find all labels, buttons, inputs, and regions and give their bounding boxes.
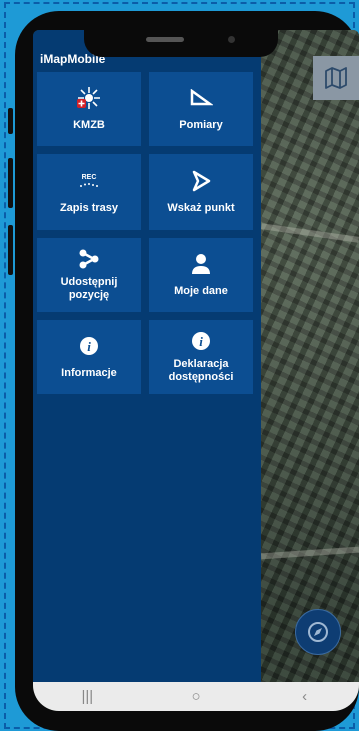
info-icon: i — [80, 336, 98, 355]
back-button[interactable]: ‹ — [275, 688, 335, 705]
navigation-drawer: iMapMobile KMZB Pomiary REC Zapis trasy … — [33, 30, 261, 682]
svg-text:i: i — [87, 339, 91, 354]
map-icon — [325, 67, 347, 89]
tile-label: Informacje — [61, 366, 117, 379]
compass-button[interactable] — [295, 609, 341, 655]
phone-camera — [228, 36, 235, 43]
tile-label: Udostępnij pozycję — [60, 276, 118, 301]
tile-label: Zapis trasy — [59, 201, 119, 214]
tile-wskaz-punkt[interactable]: Wskaż punkt — [149, 154, 253, 230]
rec-track-icon: REC — [81, 173, 97, 181]
tile-udostepnij-pozycje[interactable]: Udostępnij pozycję — [37, 238, 141, 312]
map-layers-button[interactable] — [313, 56, 359, 100]
tile-label: Deklaracja dostępności — [168, 358, 234, 383]
tile-label: Moje dane — [174, 284, 228, 297]
compass-icon — [308, 622, 328, 642]
tile-label: KMZB — [73, 118, 105, 131]
tile-moje-dane[interactable]: Moje dane — [149, 238, 253, 312]
phone-speaker — [146, 37, 184, 42]
tile-pomiary[interactable]: Pomiary — [149, 72, 253, 146]
tile-zapis-trasy[interactable]: REC Zapis trasy — [37, 154, 141, 230]
triangle-ruler-icon — [190, 88, 213, 105]
phone-side-button — [8, 108, 13, 134]
phone-notch — [84, 11, 278, 57]
dotted-track-icon — [80, 182, 98, 187]
tile-label: Pomiary — [179, 118, 223, 131]
share-icon — [79, 249, 99, 269]
phone-volume-up-button — [8, 158, 13, 208]
pointer-arrow-icon — [192, 170, 211, 191]
user-icon — [192, 253, 210, 274]
tile-deklaracja-dostepnosci[interactable]: i Deklaracja dostępności — [149, 320, 253, 394]
tile-label: Wskaż punkt — [167, 201, 235, 214]
kmzb-emblem-icon — [77, 86, 100, 109]
info-icon: i — [192, 332, 210, 350]
tile-kmzb[interactable]: KMZB — [37, 72, 141, 146]
app-screen: iMapMobile KMZB Pomiary REC Zapis trasy … — [33, 30, 359, 711]
tile-informacje[interactable]: i Informacje — [37, 320, 141, 394]
phone-volume-down-button — [8, 225, 13, 275]
home-button[interactable]: ○ — [166, 688, 226, 705]
android-nav-bar: ||| ○ ‹ — [33, 682, 359, 711]
svg-text:i: i — [199, 334, 203, 349]
recents-button[interactable]: ||| — [57, 688, 117, 705]
